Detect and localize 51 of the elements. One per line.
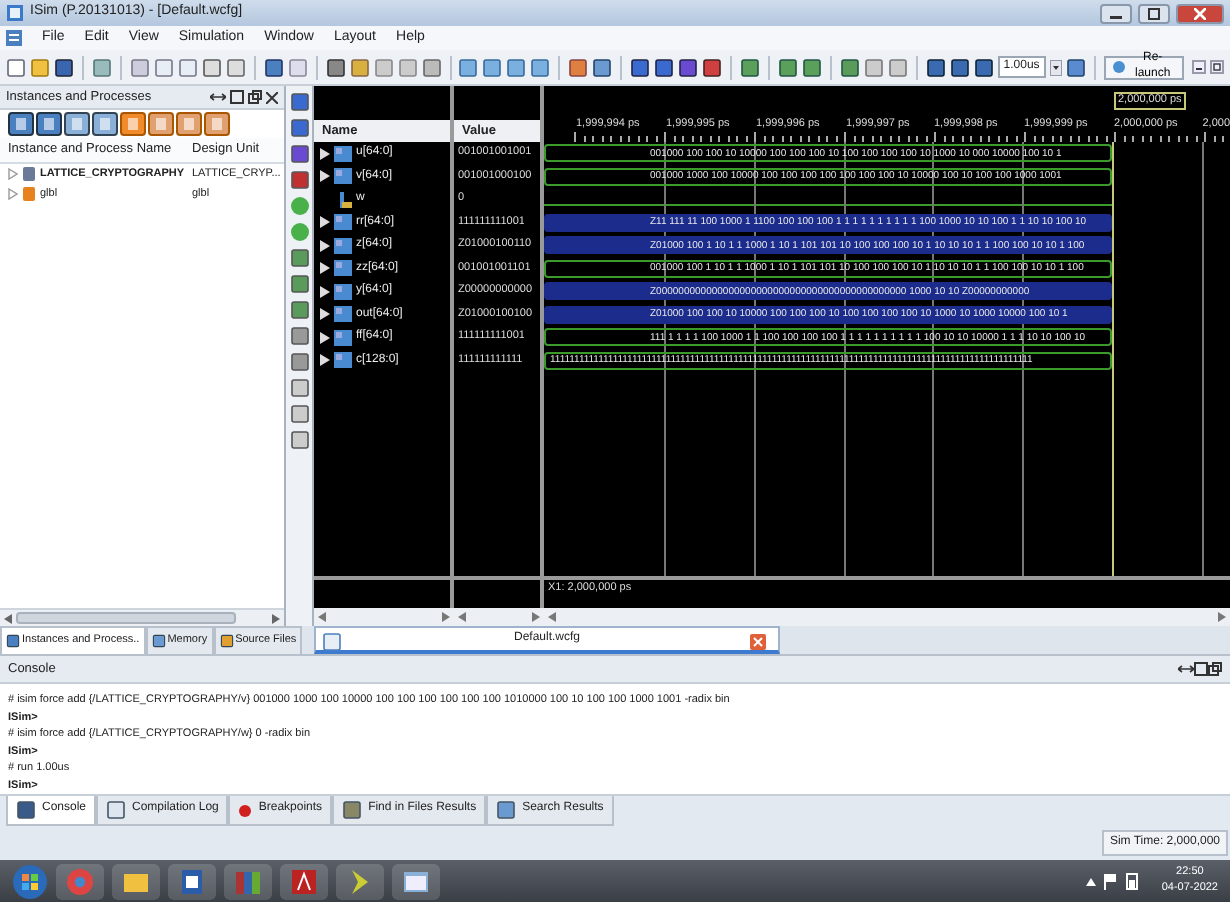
restore-icon[interactable]	[1210, 60, 1225, 74]
resize-icon[interactable]	[210, 90, 226, 104]
bus-icon	[334, 237, 352, 254]
float-icon[interactable]	[248, 90, 262, 104]
horizontal-scrollbar[interactable]	[0, 608, 284, 626]
battery-icon[interactable]	[1125, 872, 1138, 890]
right-arrow-icon	[272, 613, 280, 623]
resize-icon[interactable]	[1178, 662, 1194, 676]
horizontal-scrollbar[interactable]	[544, 608, 1230, 626]
taskbar-button[interactable]	[336, 863, 384, 899]
flag-icon[interactable]	[1103, 873, 1118, 889]
taskbar-button[interactable]	[112, 863, 160, 899]
bus-icon	[334, 352, 352, 369]
horizontal-scrollbar[interactable]	[314, 608, 454, 626]
left-arrow-icon	[548, 612, 556, 622]
dot-icon	[238, 803, 253, 817]
right-arrow-icon	[442, 612, 450, 622]
bus-icon	[334, 283, 352, 300]
close-icon	[1194, 7, 1206, 19]
bus-icon	[334, 306, 352, 323]
maximize-icon	[1148, 7, 1160, 19]
maximize-icon[interactable]	[230, 90, 244, 104]
maximize-button[interactable]	[1138, 3, 1170, 23]
up-arrow-icon[interactable]	[1085, 877, 1096, 885]
left-arrow-icon	[458, 612, 466, 622]
bus-icon	[334, 260, 352, 277]
browser-icon	[66, 867, 94, 895]
signal-icon	[334, 191, 352, 208]
minimize-icon[interactable]	[1192, 60, 1207, 74]
app-icon	[6, 4, 24, 22]
maximize-icon[interactable]	[1194, 662, 1208, 676]
document-icon	[178, 867, 206, 895]
bus-icon	[334, 145, 352, 162]
left-arrow-icon	[318, 612, 326, 622]
right-arrow-icon	[532, 612, 540, 622]
left-arrow-icon	[4, 613, 12, 623]
start-button[interactable]	[12, 863, 48, 899]
close-icon[interactable]	[266, 91, 278, 103]
right-arrow-icon	[1218, 612, 1226, 622]
bus-icon	[334, 214, 352, 231]
taskbar-button[interactable]	[392, 863, 440, 899]
float-icon[interactable]	[1208, 662, 1222, 676]
close-button[interactable]	[1176, 3, 1224, 23]
bus-icon	[334, 168, 352, 185]
dropdown-icon[interactable]	[1049, 59, 1062, 75]
bus-icon	[334, 329, 352, 346]
taskbar-button[interactable]	[168, 863, 216, 899]
pdf-icon	[290, 867, 318, 895]
books-icon	[234, 867, 262, 895]
taskbar-button[interactable]	[280, 863, 328, 899]
minimize-button[interactable]	[1100, 3, 1132, 23]
